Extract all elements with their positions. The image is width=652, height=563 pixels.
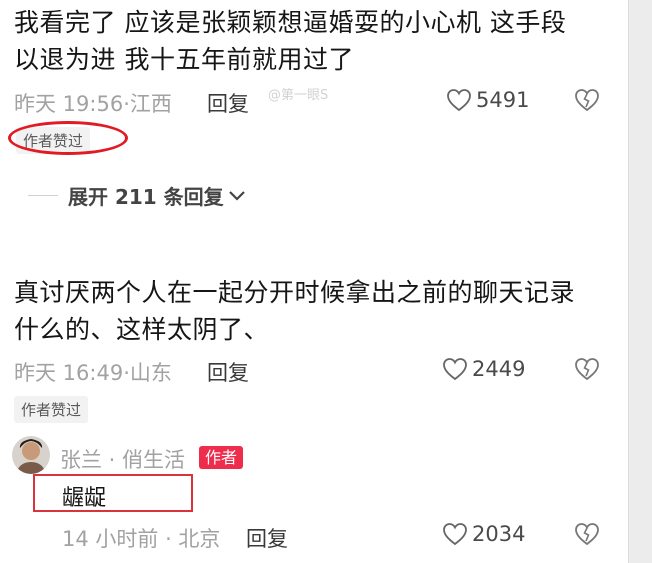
like-count: 5491 xyxy=(476,88,530,112)
heart-icon xyxy=(447,89,471,112)
comment-meta: 昨天 19:56·江西 xyxy=(14,92,172,116)
heart-icon xyxy=(443,358,467,381)
like-button[interactable]: 5491 xyxy=(446,88,529,112)
broken-heart-icon xyxy=(575,358,599,381)
like-count: 2449 xyxy=(472,357,526,381)
chevron-down-icon xyxy=(228,190,245,201)
dislike-button[interactable] xyxy=(574,522,600,550)
comment-text-line: 什么的、这样太阴了、 xyxy=(14,315,270,344)
watermark-text: @第一眼S xyxy=(268,88,329,103)
broken-heart-icon xyxy=(575,523,599,546)
comment-text-line: 以退为进 我十五年前就用过了 xyxy=(14,45,354,74)
reply-button[interactable]: 回复 xyxy=(207,357,249,387)
author-liked-badge: 作者赞过 xyxy=(14,396,89,423)
dislike-button[interactable] xyxy=(574,88,600,116)
comment-text-line: 真讨厌两个人在一起分开时候拿出之前的聊天记录 xyxy=(14,278,576,307)
broken-heart-icon xyxy=(575,89,599,112)
reply-author-name[interactable]: 张兰 · 俏生活 xyxy=(60,444,185,474)
divider-line xyxy=(28,195,58,196)
like-count: 2034 xyxy=(472,522,526,546)
annotation-rectangle xyxy=(33,474,193,512)
like-button[interactable]: 2034 xyxy=(442,522,525,546)
reply-meta: 14 小时前 · 北京 xyxy=(62,527,221,551)
like-button[interactable]: 2449 xyxy=(442,357,525,381)
avatar[interactable] xyxy=(12,436,50,474)
expand-replies-button[interactable]: 展开 211 条回复 xyxy=(28,181,246,210)
comment-meta: 昨天 16:49·山东 xyxy=(14,361,172,385)
reply-button[interactable]: 回复 xyxy=(207,88,249,118)
dislike-button[interactable] xyxy=(574,357,600,385)
reply-button[interactable]: 回复 xyxy=(246,523,288,553)
author-tag: 作者 xyxy=(199,446,244,469)
comment-text-line: 我看完了 应该是张颖颖想逼婚耍的小心机 这手段 xyxy=(14,8,567,37)
expand-replies-label: 展开 211 条回复 xyxy=(68,185,224,209)
heart-icon xyxy=(443,523,467,546)
comments-panel: 我看完了 应该是张颖颖想逼婚耍的小心机 这手段 以退为进 我十五年前就用过了 昨… xyxy=(0,0,629,563)
annotation-ellipse xyxy=(8,121,128,155)
avatar-image xyxy=(12,436,50,474)
